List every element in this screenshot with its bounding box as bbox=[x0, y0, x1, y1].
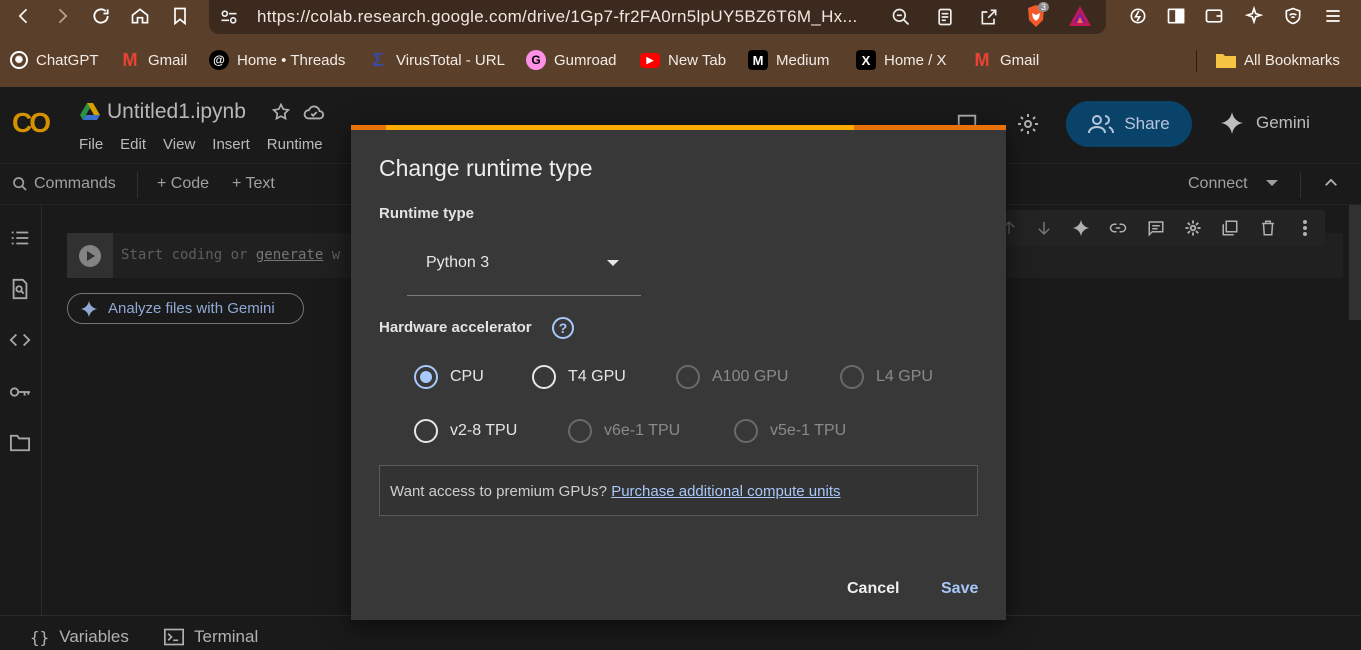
reload-icon[interactable] bbox=[87, 3, 115, 29]
gmail-icon: M bbox=[122, 49, 138, 70]
accelerator-option-v6e-1-tpu[interactable]: v6e-1 TPU bbox=[568, 419, 680, 443]
bookmarks-divider bbox=[1196, 50, 1197, 72]
gmail-icon: M bbox=[974, 49, 990, 70]
radio-button[interactable] bbox=[414, 365, 438, 389]
radio-button[interactable] bbox=[676, 365, 700, 389]
bookmark-label: Medium bbox=[776, 51, 830, 69]
sidebar-toggle-icon[interactable] bbox=[1162, 3, 1190, 29]
bookmark-gmail[interactable]: M Gmail bbox=[120, 46, 188, 74]
save-button[interactable]: Save bbox=[941, 580, 978, 598]
bookmark-threads[interactable]: @ Home • Threads bbox=[209, 46, 345, 74]
site-settings-icon[interactable] bbox=[217, 5, 241, 29]
accelerator-option-cpu[interactable]: CPU bbox=[414, 365, 484, 389]
radio-button[interactable] bbox=[568, 419, 592, 443]
dialog-loading-bar bbox=[351, 125, 1006, 130]
bookmark-label: Home / X bbox=[884, 51, 947, 69]
change-runtime-dialog: Change runtime type Runtime type Python … bbox=[351, 125, 1006, 620]
accelerator-option-t4-gpu[interactable]: T4 GPU bbox=[532, 365, 626, 389]
home-icon[interactable] bbox=[126, 3, 154, 29]
bookmark-label: Gumroad bbox=[554, 51, 617, 69]
accelerator-option-v5e-1-tpu[interactable]: v5e-1 TPU bbox=[734, 419, 846, 443]
wallet-icon[interactable] bbox=[1200, 3, 1228, 29]
bookmark-x[interactable]: X Home / X bbox=[856, 46, 947, 74]
vpn-icon[interactable] bbox=[1279, 3, 1307, 29]
bookmarks-bar: ✺ ChatGPT M Gmail @ Home • Threads Σ Vir… bbox=[0, 46, 1361, 74]
accelerator-option-label: CPU bbox=[450, 368, 484, 385]
radio-button[interactable] bbox=[532, 365, 556, 389]
medium-icon: M bbox=[748, 50, 768, 70]
dropdown-arrow-icon bbox=[607, 260, 619, 266]
x-icon: X bbox=[856, 50, 876, 70]
brave-rewards-icon[interactable] bbox=[1068, 5, 1092, 27]
all-bookmarks-label: All Bookmarks bbox=[1244, 51, 1340, 69]
gumroad-icon: G bbox=[526, 50, 546, 70]
browser-nav-row: https://colab.research.google.com/drive/… bbox=[0, 0, 1361, 34]
hardware-accelerator-label: Hardware accelerator bbox=[379, 319, 532, 336]
accelerator-option-label: A100 GPU bbox=[712, 368, 789, 385]
bookmark-gumroad[interactable]: G Gumroad bbox=[526, 46, 617, 74]
accelerator-option-label: v5e-1 TPU bbox=[770, 422, 847, 439]
address-bar[interactable]: https://colab.research.google.com/drive/… bbox=[209, 0, 1106, 34]
help-icon[interactable]: ? bbox=[551, 316, 575, 340]
runtime-type-value: Python 3 bbox=[426, 254, 490, 271]
all-bookmarks[interactable]: All Bookmarks bbox=[1216, 46, 1340, 74]
accelerator-option-label: L4 GPU bbox=[876, 368, 933, 385]
radio-button[interactable] bbox=[414, 419, 438, 443]
zoom-icon[interactable] bbox=[889, 5, 913, 29]
sparkle-icon[interactable] bbox=[1240, 3, 1268, 29]
back-icon[interactable] bbox=[10, 3, 38, 29]
runtime-type-label: Runtime type bbox=[379, 205, 475, 222]
bookmark-label: ChatGPT bbox=[36, 51, 99, 69]
promo-text: Want access to premium GPUs? Purchase ad… bbox=[390, 483, 841, 500]
premium-gpu-promo: Want access to premium GPUs? Purchase ad… bbox=[379, 465, 978, 516]
bookmark-label: New Tab bbox=[668, 51, 727, 69]
forward-icon[interactable] bbox=[48, 3, 76, 29]
accelerator-option-label: v6e-1 TPU bbox=[604, 422, 681, 439]
menu-icon[interactable] bbox=[1319, 3, 1347, 29]
svg-text:?: ? bbox=[559, 320, 568, 336]
bookmark-label: Gmail bbox=[148, 51, 188, 69]
radio-button[interactable] bbox=[734, 419, 758, 443]
youtube-icon: ▶ bbox=[640, 52, 660, 68]
bookmark-new-tab[interactable]: ▶ New Tab bbox=[640, 46, 726, 74]
accelerator-option-label: T4 GPU bbox=[568, 368, 626, 385]
accelerator-option-a100-gpu[interactable]: A100 GPU bbox=[676, 365, 788, 389]
threads-icon: @ bbox=[209, 50, 229, 70]
bookmark-medium[interactable]: M Medium bbox=[748, 46, 829, 74]
browser-chrome: https://colab.research.google.com/drive/… bbox=[0, 0, 1361, 87]
runtime-type-select[interactable]: Python 3 bbox=[407, 245, 641, 296]
share-page-icon[interactable] bbox=[977, 5, 1001, 29]
reader-mode-icon[interactable] bbox=[933, 5, 957, 29]
bookmark-label: Gmail bbox=[1000, 51, 1040, 69]
accelerator-option-label: v2-8 TPU bbox=[450, 422, 518, 439]
chatgpt-icon: ✺ bbox=[10, 51, 28, 69]
brave-shields-count: 3 bbox=[1038, 2, 1050, 12]
accelerator-option-l4-gpu[interactable]: L4 GPU bbox=[840, 365, 933, 389]
leo-ai-icon[interactable] bbox=[1124, 3, 1152, 29]
radio-button[interactable] bbox=[840, 365, 864, 389]
bookmark-chatgpt[interactable]: ✺ ChatGPT bbox=[10, 46, 99, 74]
bookmark-icon[interactable] bbox=[166, 3, 194, 29]
dialog-title: Change runtime type bbox=[379, 155, 593, 181]
purchase-compute-link[interactable]: Purchase additional compute units bbox=[611, 483, 840, 500]
folder-icon bbox=[1216, 50, 1236, 70]
virustotal-icon: Σ bbox=[372, 49, 384, 70]
bookmark-gmail-2[interactable]: M Gmail bbox=[972, 46, 1040, 74]
accelerator-option-v2-8-tpu[interactable]: v2-8 TPU bbox=[414, 419, 517, 443]
dialog-loading-fill bbox=[386, 125, 854, 130]
bookmark-label: Home • Threads bbox=[237, 51, 346, 69]
bookmark-label: VirusTotal - URL bbox=[396, 51, 505, 69]
url-text: https://colab.research.google.com/drive/… bbox=[257, 7, 858, 26]
bookmark-virustotal[interactable]: Σ VirusTotal - URL bbox=[368, 46, 505, 74]
cancel-button[interactable]: Cancel bbox=[847, 580, 899, 598]
